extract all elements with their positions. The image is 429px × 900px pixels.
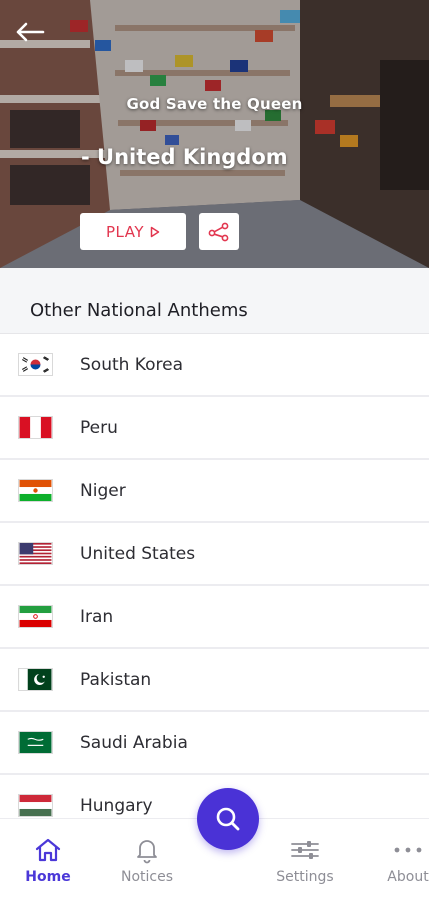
back-button[interactable] (12, 16, 48, 48)
play-button-label: PLAY (105, 222, 144, 241)
play-button[interactable]: PLAY (80, 213, 186, 250)
list-item-name: South Korea (80, 354, 184, 375)
niger-flag-icon (18, 479, 53, 502)
pakistan-flag-icon (18, 668, 53, 691)
share-button[interactable] (199, 213, 239, 250)
list-item[interactable]: Iran (0, 586, 429, 649)
share-icon (208, 222, 229, 241)
nav-notices[interactable]: Notices (112, 819, 182, 900)
play-triangle-icon (150, 226, 160, 237)
home-icon (35, 838, 61, 862)
sliders-icon (291, 841, 319, 859)
list-item[interactable]: United States (0, 523, 429, 586)
list-item[interactable]: Saudi Arabia (0, 712, 429, 775)
nav-home-label: Home (25, 869, 71, 885)
list-item-name: United States (80, 543, 196, 564)
iran-flag-icon (18, 605, 53, 628)
list-item-name: Pakistan (80, 669, 152, 690)
nav-notices-label: Notices (120, 869, 174, 885)
search-fab-button[interactable] (197, 788, 259, 850)
united-states-flag-icon (18, 542, 53, 565)
list-item[interactable]: South Korea (0, 334, 429, 397)
list-item[interactable]: Pakistan (0, 649, 429, 712)
search-icon (216, 807, 240, 831)
hungary-flag-icon (18, 794, 53, 817)
list-item[interactable]: Peru (0, 397, 429, 460)
hero-banner: God Save the Queen - United Kingdom PLAY (0, 0, 429, 268)
list-item-name: Niger (80, 480, 126, 501)
peru-flag-icon (18, 416, 53, 439)
saudi-arabia-flag-icon (18, 731, 53, 754)
nav-settings[interactable]: Settings (270, 819, 340, 900)
list-item-name: Hungary (80, 795, 153, 816)
list-item-name: Saudi Arabia (80, 732, 188, 753)
other-anthems-header: Other National Anthems (0, 268, 429, 334)
anthem-list: South Korea Peru Niger United States Ira… (0, 334, 429, 838)
anthem-title: God Save the Queen (126, 95, 303, 113)
list-item[interactable]: Niger (0, 460, 429, 523)
anthem-country: - United Kingdom (81, 145, 288, 169)
list-item-name: Peru (80, 417, 118, 438)
bell-icon (137, 840, 157, 864)
nav-about-label: About (387, 869, 429, 885)
nav-settings-label: Settings (276, 869, 334, 885)
list-item-name: Iran (80, 606, 114, 627)
south-korea-flag-icon (18, 353, 53, 376)
nav-about[interactable]: About (380, 819, 429, 900)
other-anthems-title: Other National Anthems (30, 300, 248, 321)
more-dots-icon (394, 847, 422, 853)
nav-home[interactable]: Home (18, 819, 78, 900)
back-arrow-icon (16, 22, 45, 42)
